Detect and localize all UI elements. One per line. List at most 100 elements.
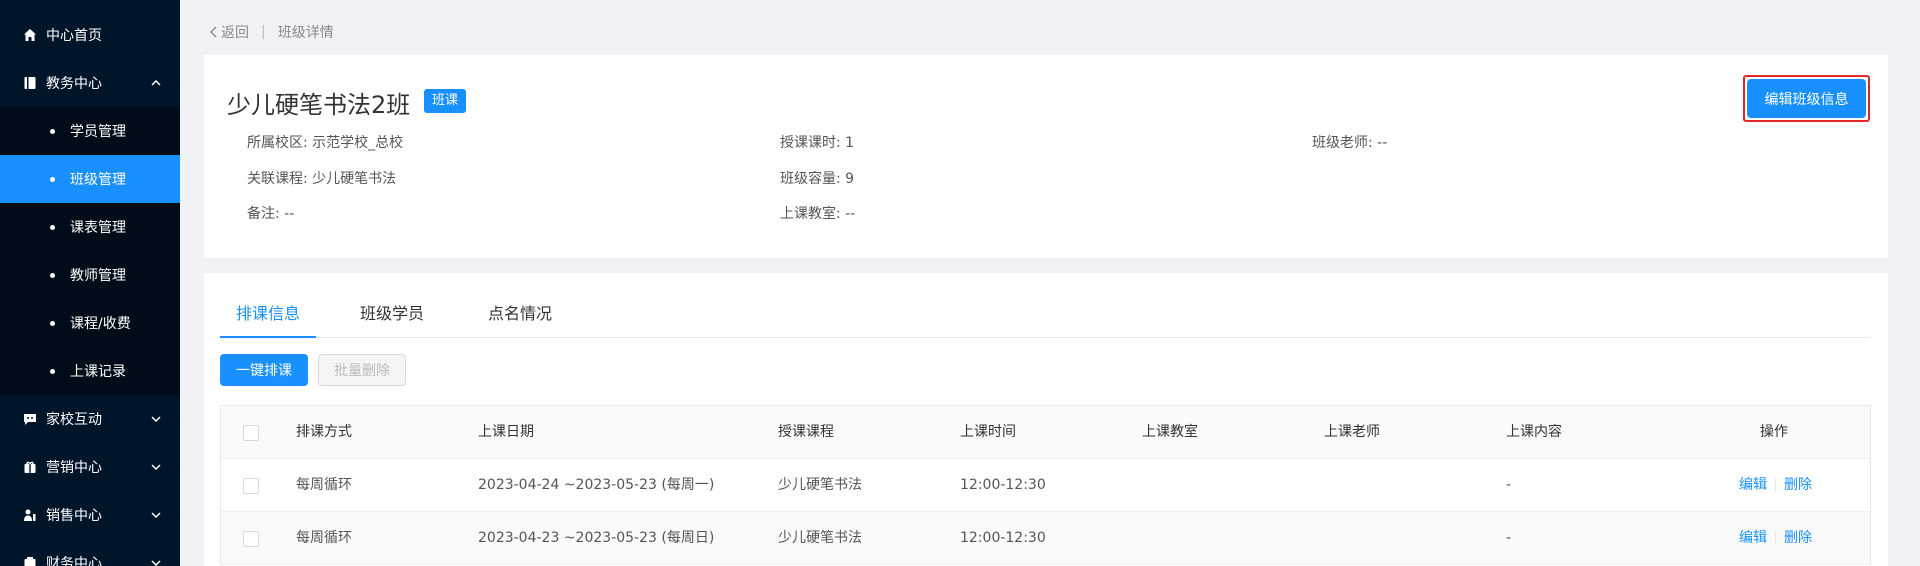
sidebar-item-label: 上课记录: [70, 364, 126, 380]
edit-class-button[interactable]: 编辑班级信息: [1747, 79, 1866, 118]
schedule-mode: 每周循环: [296, 477, 352, 493]
class-info-card: 少儿硬笔书法2班 班课 编辑班级信息 所属校区: 示范学校_总校 关联课程: 少…: [204, 55, 1888, 258]
column-header: 排课方式: [296, 424, 352, 440]
column-header: 授课课程: [778, 424, 834, 440]
sidebar-item-records[interactable]: 上课记录: [0, 347, 180, 395]
table-row: 每周循环 2023-04-24 ~2023-05-23 (每周一) 少儿硬笔书法…: [221, 459, 1870, 512]
academic-submenu: 学员管理 班级管理 课表管理 教师管理 课程/收费 上课记录: [0, 107, 180, 395]
chevron-down-icon: [150, 509, 162, 521]
sidebar-item-marketing[interactable]: 营销中心: [0, 443, 180, 491]
one-click-schedule-button[interactable]: 一键排课: [220, 354, 308, 386]
edit-row-link[interactable]: 编辑: [1739, 477, 1767, 493]
table-header-row: 排课方式 上课日期 授课课程 上课时间 上课教室 上课老师 上课内容 操作: [221, 406, 1870, 459]
home-icon: [22, 27, 38, 43]
row-actions: 编辑 删除: [1739, 512, 1812, 565]
sidebar-item-classes[interactable]: 班级管理: [0, 155, 180, 203]
sidebar-item-label: 营销中心: [46, 460, 102, 476]
sidebar-item-label: 教师管理: [70, 268, 126, 284]
sidebar-item-students[interactable]: 学员管理: [0, 107, 180, 155]
breadcrumb: 返回 | 班级详情: [210, 22, 334, 42]
bullet-icon: [50, 272, 55, 278]
back-link[interactable]: 返回: [210, 22, 249, 42]
sidebar-item-label: 课表管理: [70, 220, 126, 236]
capacity-info: 班级容量: 9: [780, 171, 855, 187]
batch-delete-button[interactable]: 批量删除: [318, 354, 406, 386]
bullet-icon: [50, 128, 55, 134]
chat-icon: [22, 411, 38, 427]
schedule-course: 少儿硬笔书法: [778, 477, 862, 493]
chevron-down-icon: [150, 461, 162, 473]
edit-row-link[interactable]: 编辑: [1739, 530, 1767, 546]
sidebar-item-timetable[interactable]: 课表管理: [0, 203, 180, 251]
breadcrumb-current: 班级详情: [277, 25, 334, 41]
bullet-icon: [50, 224, 55, 230]
back-label: 返回: [221, 25, 249, 41]
main-content: 返回 | 班级详情 少儿硬笔书法2班 班课 编辑班级信息 所属校区: 示范学校_…: [180, 0, 1920, 566]
sidebar-item-teachers[interactable]: 教师管理: [0, 251, 180, 299]
schedule-time: 12:00-12:30: [960, 530, 1046, 546]
finance-icon: [22, 555, 38, 566]
sidebar-item-label: 班级管理: [70, 172, 126, 188]
sidebar-item-label: 家校互动: [46, 412, 102, 428]
schedule-mode: 每周循环: [296, 530, 352, 546]
chevron-left-icon: [210, 26, 217, 38]
sidebar-item-home-school[interactable]: 家校互动: [0, 395, 180, 443]
sidebar-item-courses[interactable]: 课程/收费: [0, 299, 180, 347]
sidebar-item-academic[interactable]: 教务中心: [0, 59, 180, 107]
gift-icon: [22, 459, 38, 475]
book-icon: [22, 75, 38, 91]
campus-info: 所属校区: 示范学校_总校: [247, 135, 404, 151]
schedule-date: 2023-04-24 ~2023-05-23 (每周一): [478, 477, 715, 493]
hours-info: 授课课时: 1: [780, 135, 855, 151]
schedule-date: 2023-04-23 ~2023-05-23 (每周日): [478, 530, 715, 546]
sidebar-item-home[interactable]: 中心首页: [0, 11, 180, 59]
tab-students[interactable]: 班级学员: [344, 293, 440, 338]
bullet-icon: [50, 176, 55, 182]
sidebar-item-sales[interactable]: 销售中心: [0, 491, 180, 539]
page-title: 少儿硬笔书法2班: [227, 91, 411, 119]
classroom-info: 上课教室: --: [780, 206, 856, 222]
bullet-icon: [50, 320, 55, 326]
table-row: 每周循环 2023-04-23 ~2023-05-23 (每周日) 少儿硬笔书法…: [221, 512, 1870, 565]
schedule-content: -: [1506, 530, 1512, 546]
schedule-card: 排课信息 班级学员 点名情况 一键排课 批量删除 排课方式 上课日期 授课课程 …: [204, 273, 1888, 566]
column-header: 上课时间: [960, 424, 1016, 440]
chevron-down-icon: [150, 413, 162, 425]
schedule-table: 排课方式 上课日期 授课课程 上课时间 上课教室 上课老师 上课内容 操作 每周…: [220, 405, 1871, 565]
tab-schedule[interactable]: 排课信息: [220, 293, 316, 338]
select-all-checkbox[interactable]: [243, 425, 259, 441]
sidebar-item-label: 课程/收费: [70, 316, 131, 332]
sidebar-item-label: 教务中心: [46, 76, 102, 92]
column-header: 上课内容: [1506, 424, 1562, 440]
column-header: 上课老师: [1324, 424, 1380, 440]
tab-bar: 排课信息 班级学员 点名情况: [220, 293, 1870, 338]
column-header: 上课教室: [1142, 424, 1198, 440]
sidebar-item-label: 财务中心: [46, 556, 102, 566]
row-checkbox[interactable]: [243, 531, 259, 547]
course-info: 关联课程: 少儿硬笔书法: [247, 171, 397, 187]
sidebar-item-finance[interactable]: 财务中心: [0, 539, 180, 566]
schedule-content: -: [1506, 477, 1512, 493]
page-scrollbar[interactable]: [1912, 0, 1920, 566]
delete-row-link[interactable]: 删除: [1784, 477, 1812, 493]
sidebar: 中心首页 教务中心 学员管理 班级管理 课表管理 教师管理 课程/收费 上课记录…: [0, 0, 180, 566]
sidebar-item-label: 中心首页: [46, 28, 102, 44]
column-header: 操作: [1760, 424, 1788, 440]
chevron-up-icon: [150, 77, 162, 89]
teacher-info: 班级老师: --: [1312, 135, 1388, 151]
class-type-badge: 班课: [424, 89, 467, 113]
sidebar-item-label: 销售中心: [46, 508, 102, 524]
breadcrumb-separator: |: [261, 24, 266, 40]
row-actions: 编辑 删除: [1739, 459, 1812, 512]
bullet-icon: [50, 368, 55, 374]
chevron-down-icon: [150, 557, 162, 566]
action-divider: [1775, 531, 1776, 545]
delete-row-link[interactable]: 删除: [1784, 530, 1812, 546]
schedule-time: 12:00-12:30: [960, 477, 1046, 493]
tab-attendance[interactable]: 点名情况: [472, 293, 568, 338]
row-checkbox[interactable]: [243, 478, 259, 494]
sidebar-item-label: 学员管理: [70, 124, 126, 140]
sales-icon: [22, 507, 38, 523]
remark-info: 备注: --: [247, 206, 295, 222]
action-divider: [1775, 478, 1776, 492]
